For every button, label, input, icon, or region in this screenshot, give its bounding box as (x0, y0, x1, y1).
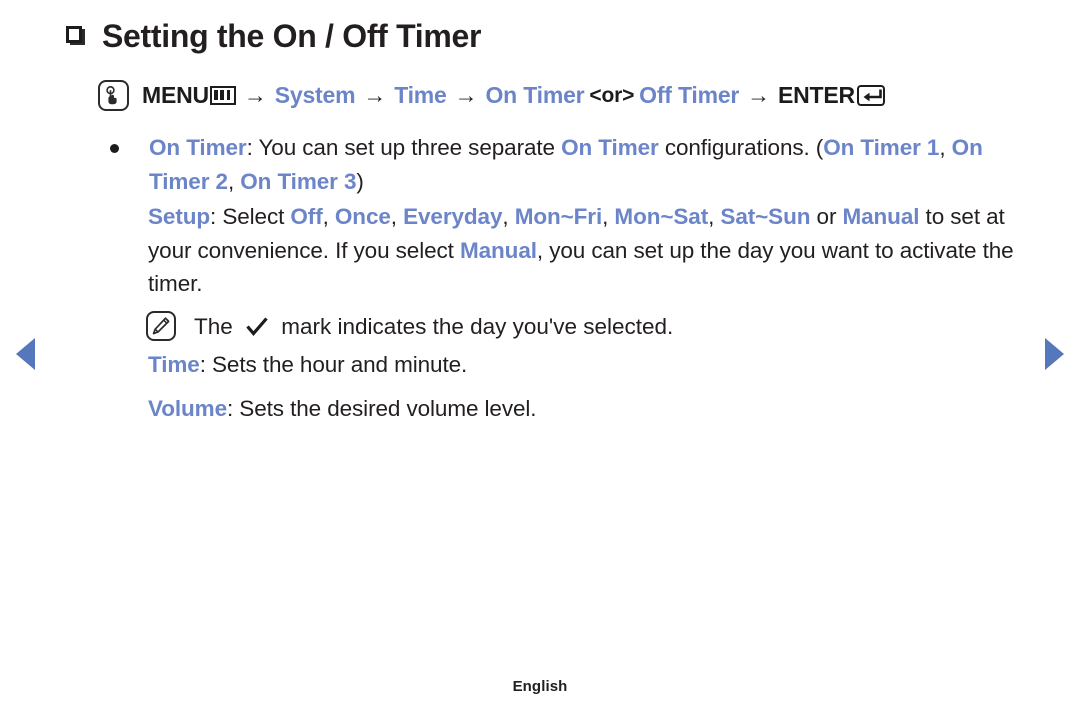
press-button-icon (98, 80, 129, 111)
option-manual-2: Manual (459, 237, 537, 263)
menu-path-breadcrumb: MENU → System → Time → On Timer <or> Off… (98, 80, 885, 111)
bullet-text-3: ) (356, 168, 364, 194)
menu-bars-icon (209, 86, 236, 105)
path-arrow-2: → (363, 82, 387, 108)
bullet-sep-2: , (227, 168, 241, 194)
note-text-1: The (194, 314, 240, 339)
setup-comma-1: , (322, 204, 335, 229)
term-on-timer-3: On Timer 3 (240, 168, 357, 194)
term-volume: Volume (148, 396, 227, 421)
term-time: Time (148, 352, 200, 377)
option-mon-fri: Mon~Fri (514, 204, 603, 229)
note-text-2: mark indicates the day you've selected. (275, 314, 674, 339)
setup-comma-4: , (602, 204, 615, 229)
enter-return-icon (856, 85, 885, 106)
time-text: : Sets the hour and minute. (199, 352, 468, 377)
menu-step-on-timer: On Timer (485, 82, 585, 108)
setup-text-2: or (810, 204, 843, 229)
volume-text: : Sets the desired volume level. (227, 396, 537, 421)
path-arrow-4: → (747, 82, 770, 108)
bullet-paragraph-on-timer: On Timer: You can set up three separate … (110, 131, 1040, 198)
menu-step-system: System (274, 82, 356, 108)
time-paragraph: Time: Sets the hour and minute. (148, 348, 1048, 382)
menu-button-label: MENU (142, 82, 209, 108)
content-body: On Timer: You can set up three separate … (110, 131, 1040, 198)
option-mon-sat: Mon~Sat (614, 204, 709, 229)
footer-language: English (512, 678, 568, 695)
check-mark-icon (245, 313, 269, 347)
note-pencil-icon (146, 311, 176, 341)
page-title-row: Setting the On / Off Timer (66, 16, 481, 58)
term-on-timer-1: On Timer 1 (823, 135, 940, 160)
bullet-text-2: configurations. ( (658, 135, 824, 160)
bullet-dot-icon (110, 144, 119, 153)
note-text: The mark indicates the day you've select… (194, 310, 673, 347)
setup-paragraph: Setup: Select Off, Once, Everyday, Mon~F… (148, 200, 1048, 301)
path-arrow-1: → (243, 82, 267, 108)
option-sat-sun: Sat~Sun (720, 204, 811, 229)
setup-text-1: : Select (210, 204, 291, 229)
previous-page-arrow[interactable] (16, 338, 35, 370)
enter-button-label: ENTER (777, 82, 855, 108)
setup-comma-5: , (708, 204, 721, 229)
path-arrow-3: → (454, 82, 478, 108)
bullet-paragraph-text: On Timer: You can set up three separate … (149, 131, 1040, 198)
setup-comma-2: , (390, 204, 404, 229)
option-manual-1: Manual (842, 204, 920, 229)
page-title: Setting the On / Off Timer (102, 18, 482, 54)
volume-paragraph: Volume: Sets the desired volume level. (148, 392, 1048, 426)
menu-step-off-timer: Off Timer (639, 82, 740, 108)
menu-step-time: Time (394, 82, 447, 108)
term-on-timer: On Timer (149, 135, 247, 160)
setup-comma-3: , (502, 204, 515, 229)
term-on-timer-2: On Timer (561, 135, 659, 160)
note-row: The mark indicates the day you've select… (146, 310, 673, 347)
bullet-sep-1: , (939, 135, 952, 160)
square-bullet-icon (66, 26, 85, 45)
menu-or-label: <or> (589, 83, 635, 107)
bullet-text-1: : You can set up three separate (246, 135, 562, 160)
option-once: Once (334, 204, 391, 229)
option-off: Off (290, 204, 323, 229)
next-page-arrow[interactable] (1045, 338, 1064, 370)
option-everyday: Everyday (403, 204, 503, 229)
term-setup: Setup (148, 204, 211, 229)
